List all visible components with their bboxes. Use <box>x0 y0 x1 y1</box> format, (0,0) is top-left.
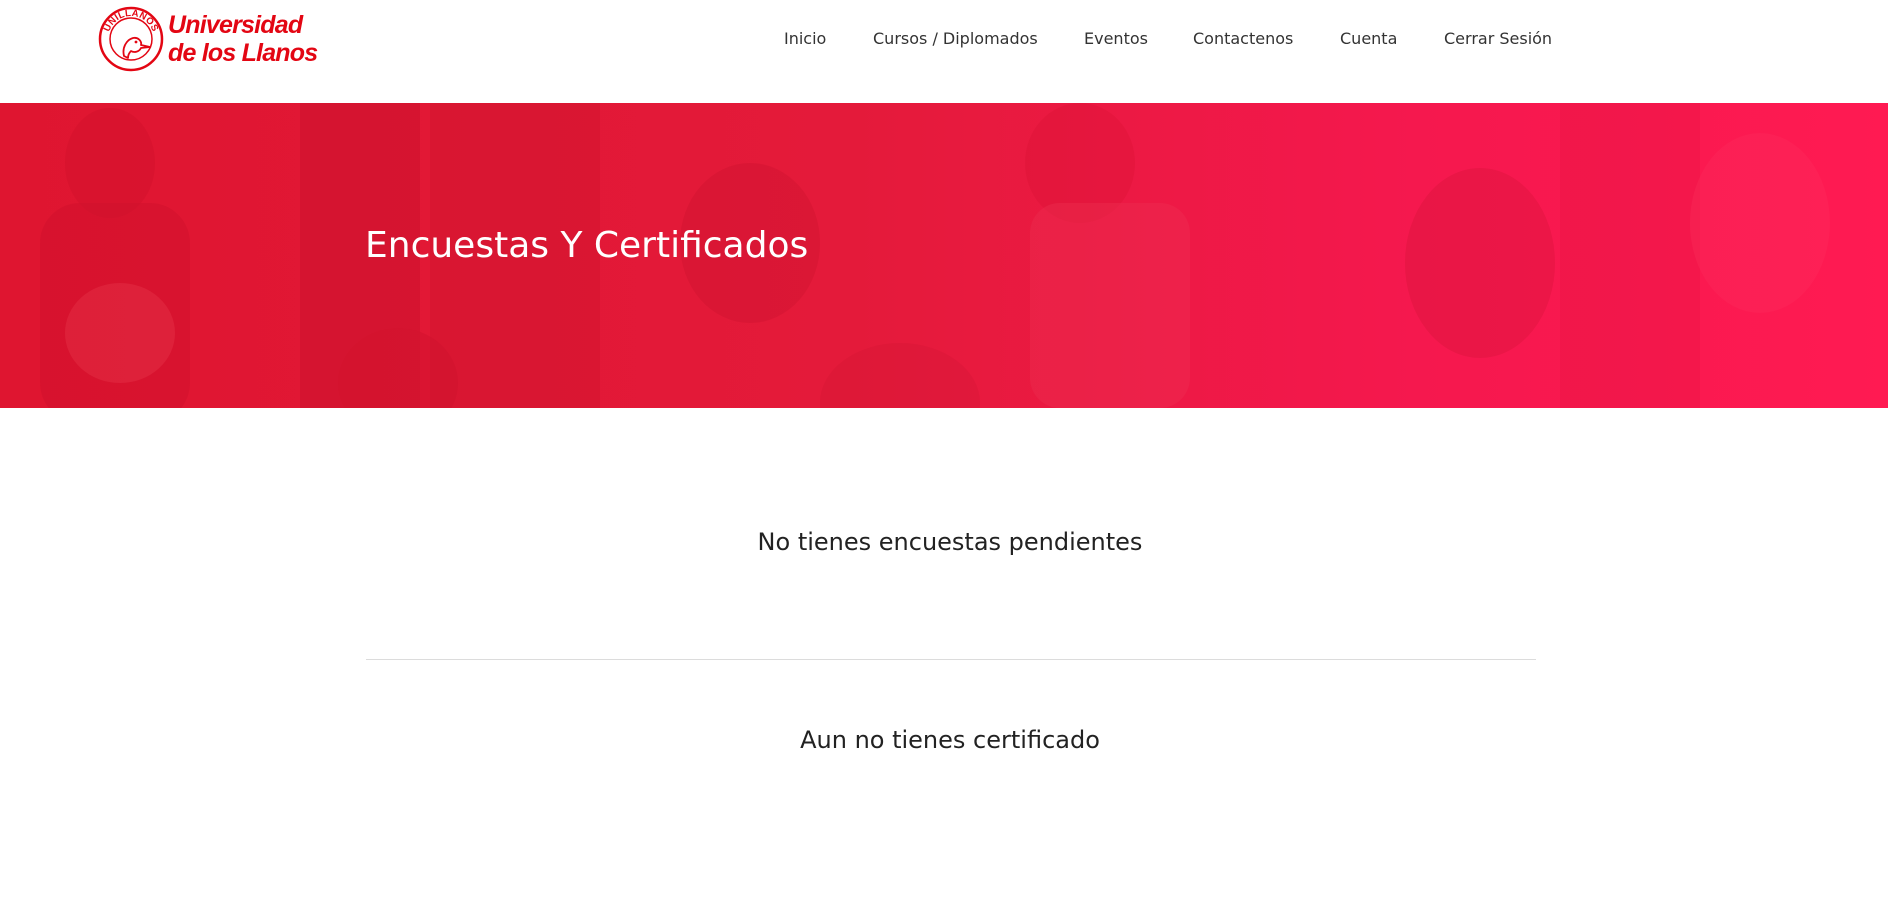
page-banner: Encuestas Y Certificados <box>0 103 1888 408</box>
university-name-line1: Universidad <box>168 11 303 39</box>
nav-item-cuenta[interactable]: Cuenta <box>1340 26 1397 52</box>
university-name-line2: de los Llanos <box>168 39 318 67</box>
unillanos-emblem-icon: UNILLANOS <box>98 6 164 72</box>
page-title: Encuestas Y Certificados <box>365 225 809 266</box>
certificates-empty-message: Aun no tienes certificado <box>800 726 1100 754</box>
emblem-text: UNILLANOS <box>102 8 161 34</box>
nav-item-cursos-diplomados[interactable]: Cursos / Diplomados <box>873 26 1038 52</box>
nav-item-eventos[interactable]: Eventos <box>1084 26 1148 52</box>
site-header: UNILLANOS Universidad de los Llanos Inic… <box>0 0 1888 103</box>
section-divider <box>366 659 1536 660</box>
svg-text:UNILLANOS: UNILLANOS <box>102 8 161 34</box>
nav-item-inicio[interactable]: Inicio <box>784 26 826 52</box>
university-name: Universidad de los Llanos <box>168 11 318 67</box>
nav-item-contactenos[interactable]: Contactenos <box>1193 26 1293 52</box>
banner-background-photo <box>40 103 1830 408</box>
nav-item-cerrar-sesion[interactable]: Cerrar Sesión <box>1444 26 1552 52</box>
surveys-empty-message: No tienes encuestas pendientes <box>757 528 1143 556</box>
university-logo[interactable]: UNILLANOS Universidad de los Llanos <box>98 6 318 72</box>
